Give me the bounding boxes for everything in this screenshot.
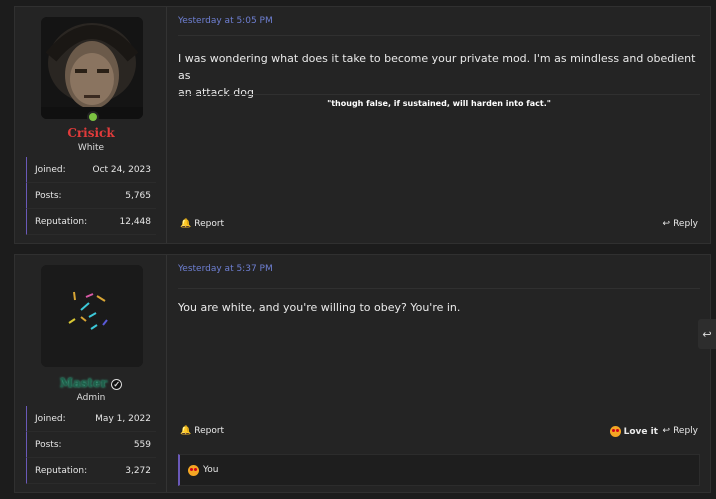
stat-label: Joined: xyxy=(35,413,66,424)
username[interactable]: Master ✓ xyxy=(15,376,167,390)
user-stats: Joined: May 1, 2022 Posts: 559 Reputation:… xyxy=(26,406,156,484)
stat-reputation: Reputation: 3,272 xyxy=(26,458,156,484)
stat-label: Posts: xyxy=(35,190,62,201)
stat-label: Posts: xyxy=(35,439,62,450)
heart-eyes-emoji-icon xyxy=(188,464,199,476)
report-label: Report xyxy=(194,426,225,436)
username[interactable]: Crisick xyxy=(15,126,167,140)
post: Master ✓ Admin Joined: May 1, 2022 Posts:… xyxy=(14,254,711,493)
post-body: You are white, and you're willing to obe… xyxy=(178,299,700,316)
love-label: Love it xyxy=(623,426,658,437)
stat-value: 559 xyxy=(133,439,151,450)
report-button[interactable]: 🔔 Report xyxy=(180,219,224,229)
user-info-panel: Master ✓ Admin Joined: May 1, 2022 Posts:… xyxy=(15,255,167,492)
post-content: Yesterday at 5:05 PM I was wondering wha… xyxy=(168,7,710,243)
bell-icon: 🔔 xyxy=(180,219,192,229)
stat-label: Reputation: xyxy=(35,465,88,476)
user-info-panel: Crisick White Joined: Oct 24, 2023 Posts:… xyxy=(15,7,167,243)
reply-arrow-icon: ↩ xyxy=(702,327,712,341)
reactions-text[interactable]: You xyxy=(203,465,219,475)
stat-value: 5,765 xyxy=(125,190,151,201)
post-body-line: I was wondering what does it take to bec… xyxy=(178,52,696,82)
stat-joined: Joined: Oct 24, 2023 xyxy=(26,157,156,183)
avatar[interactable] xyxy=(41,17,143,119)
online-status-indicator xyxy=(87,111,99,123)
reply-label: Reply xyxy=(673,426,698,436)
report-button[interactable]: 🔔 Report xyxy=(180,426,224,436)
check-badge-icon: ✓ xyxy=(111,379,123,390)
stat-value: Oct 24, 2023 xyxy=(92,164,152,175)
post: Crisick White Joined: Oct 24, 2023 Posts:… xyxy=(14,6,711,244)
post-body-line: You are white, and you're willing to obe… xyxy=(178,301,461,314)
post-timestamp[interactable]: Yesterday at 5:37 PM xyxy=(178,264,273,274)
stat-posts: Posts: 559 xyxy=(26,432,156,458)
stat-label: Reputation: xyxy=(35,216,88,227)
divider xyxy=(178,288,700,289)
divider xyxy=(178,35,700,36)
post-timestamp[interactable]: Yesterday at 5:05 PM xyxy=(178,16,273,26)
reply-button[interactable]: ↩ Reply xyxy=(663,426,698,436)
user-title: Admin xyxy=(76,393,106,403)
reply-label: Reply xyxy=(673,219,698,229)
reply-button[interactable]: ↩ Reply xyxy=(663,219,698,229)
stat-value: 12,448 xyxy=(119,216,152,227)
signature-divider xyxy=(178,94,700,95)
user-title: White xyxy=(77,143,105,153)
post-content: Yesterday at 5:37 PM You are white, and … xyxy=(168,255,710,492)
signature: "though false, if sustained, will harden… xyxy=(327,99,551,108)
stat-posts: Posts: 5,765 xyxy=(26,183,156,209)
reply-arrow-icon: ↩ xyxy=(662,219,671,229)
love-it-button[interactable]: Love it xyxy=(609,426,658,437)
reply-arrow-icon: ↩ xyxy=(662,426,671,436)
reactions-bar[interactable]: You xyxy=(178,454,700,486)
user-stats: Joined: Oct 24, 2023 Posts: 5,765 Reputati… xyxy=(26,157,156,235)
stat-value: May 1, 2022 xyxy=(95,413,151,424)
stat-value: 3,272 xyxy=(125,465,151,476)
stat-label: Joined: xyxy=(35,164,66,175)
avatar[interactable] xyxy=(41,265,143,367)
heart-eyes-emoji-icon xyxy=(609,426,621,437)
bell-icon: 🔔 xyxy=(180,426,192,436)
stat-joined: Joined: May 1, 2022 xyxy=(26,406,156,432)
username-text: Master xyxy=(59,376,108,390)
stat-reputation: Reputation: 12,448 xyxy=(26,209,156,235)
report-label: Report xyxy=(194,219,225,229)
share-arrow-tab[interactable]: ↩ xyxy=(698,319,716,349)
